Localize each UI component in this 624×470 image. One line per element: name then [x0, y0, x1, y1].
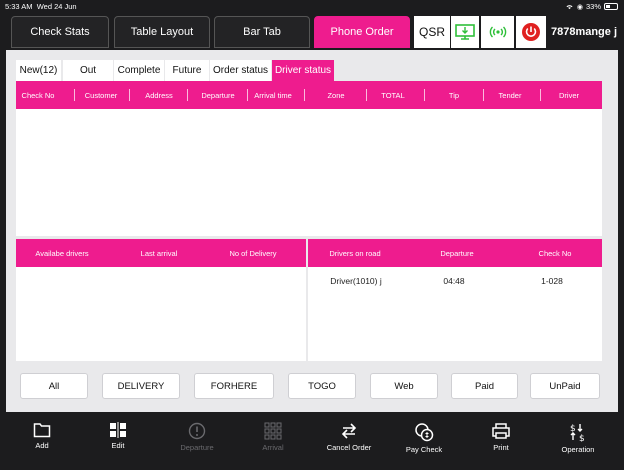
subtab-new[interactable]: New(12): [16, 60, 61, 81]
filter-paid-button[interactable]: Paid: [451, 373, 518, 399]
coins-icon: [415, 423, 434, 442]
svg-text:$: $: [579, 434, 585, 442]
bottom-toolbar: Add Edit Departure Arrival Cancel Order …: [0, 414, 624, 470]
operation-label: Operation: [561, 445, 595, 454]
col-check-no[interactable]: Check No: [22, 91, 55, 100]
column-divider: [187, 89, 188, 101]
qsr-button[interactable]: QSR: [414, 16, 450, 48]
column-divider: [366, 89, 367, 101]
column-divider: [304, 89, 305, 101]
cancel-order-button[interactable]: Cancel Order: [314, 422, 384, 466]
column-divider: [540, 89, 541, 101]
subtab-future[interactable]: Future: [165, 60, 209, 81]
column-divider: [74, 89, 75, 101]
tab-phone-order[interactable]: Phone Order: [314, 16, 410, 48]
arrival-button[interactable]: Arrival: [238, 422, 308, 466]
column-divider: [247, 89, 248, 101]
subtab-out[interactable]: Out: [63, 60, 113, 81]
grid-icon: [264, 422, 282, 440]
status-time: 5:33 AM Wed 24 Jun: [5, 2, 77, 11]
battery-percent: 33%: [585, 2, 601, 11]
col-last-arrival[interactable]: Last arrival: [141, 249, 178, 258]
available-drivers-header: Availabe drivers Last arrival No of Deli…: [16, 239, 306, 267]
status-indicators: ◉ 33%: [565, 2, 618, 11]
column-divider: [424, 89, 425, 101]
folder-icon: [33, 423, 51, 438]
col-address[interactable]: Address: [145, 91, 173, 100]
subtab-order-status[interactable]: Order status: [210, 60, 271, 81]
dollar-arrows-icon: $$: [570, 424, 585, 442]
filter-all-button[interactable]: All: [20, 373, 88, 399]
col-arrival-time[interactable]: Arrival time: [254, 91, 292, 100]
col-road-departure[interactable]: Departure: [440, 249, 473, 258]
main-panel: New(12) Out Complete Future Order status…: [6, 50, 618, 412]
pay-check-button[interactable]: Pay Check: [389, 422, 459, 466]
driver-departure: 04:48: [443, 276, 465, 286]
col-customer[interactable]: Customer: [85, 91, 118, 100]
filter-bar: All DELIVERY FORHERE TOGO Web Paid UnPai…: [6, 370, 618, 402]
filter-togo-button[interactable]: TOGO: [288, 373, 356, 399]
col-departure[interactable]: Departure: [201, 91, 234, 100]
tab-bar-tab[interactable]: Bar Tab: [214, 16, 310, 48]
drivers-on-road-panel: Drivers on road Departure Check No Drive…: [308, 239, 602, 361]
tab-table-layout[interactable]: Table Layout: [114, 16, 210, 48]
cancel-order-label: Cancel Order: [326, 443, 372, 452]
alert-circle-icon: [188, 422, 206, 440]
status-bar: 5:33 AM Wed 24 Jun ◉ 33%: [0, 0, 624, 13]
subtab-complete[interactable]: Complete: [114, 60, 164, 81]
col-tender[interactable]: Tender: [499, 91, 522, 100]
wifi-icon: [566, 5, 573, 10]
departure-button[interactable]: Departure: [162, 422, 232, 466]
check-table: Check No Customer Address Departure Arri…: [16, 81, 602, 236]
col-tip[interactable]: Tip: [449, 91, 459, 100]
pay-check-label: Pay Check: [405, 445, 443, 454]
location-icon: ◉: [576, 3, 583, 11]
add-button[interactable]: Add: [7, 422, 77, 466]
battery-icon: [604, 3, 618, 10]
column-divider: [483, 89, 484, 101]
monitor-download-icon[interactable]: [451, 16, 479, 48]
driver-check-no: 1-028: [541, 276, 563, 286]
departure-label: Departure: [180, 443, 214, 452]
tab-check-stats[interactable]: Check Stats: [11, 16, 109, 48]
edit-grid-icon: [110, 422, 126, 438]
drivers-on-road-header: Drivers on road Departure Check No: [308, 239, 602, 267]
edit-button[interactable]: Edit: [83, 422, 153, 466]
user-name[interactable]: 7878mange j: [548, 16, 620, 48]
table-row[interactable]: Driver(1010) j 04:48 1-028: [308, 267, 602, 293]
available-drivers-panel: Availabe drivers Last arrival No of Deli…: [16, 239, 306, 361]
filter-web-button[interactable]: Web: [370, 373, 438, 399]
swap-arrows-icon: [341, 423, 357, 439]
check-table-header: Check No Customer Address Departure Arri…: [16, 81, 602, 109]
col-zone[interactable]: Zone: [327, 91, 344, 100]
power-icon[interactable]: [516, 16, 546, 48]
filter-delivery-button[interactable]: DELIVERY: [102, 373, 180, 399]
col-driver[interactable]: Driver: [559, 91, 579, 100]
printer-icon: [492, 423, 510, 439]
column-divider: [129, 89, 130, 101]
print-button[interactable]: Print: [466, 422, 536, 466]
operation-button[interactable]: $ $ Operation: [543, 422, 613, 466]
signal-icon[interactable]: [481, 16, 514, 48]
col-drivers-on-road[interactable]: Drivers on road: [329, 249, 380, 258]
add-label: Add: [35, 441, 49, 450]
print-label: Print: [493, 443, 509, 452]
arrival-label: Arrival: [262, 443, 284, 452]
top-nav: Check Stats Table Layout Bar Tab Phone O…: [0, 13, 624, 50]
edit-label: Edit: [111, 441, 125, 450]
driver-name: Driver(1010) j: [330, 276, 382, 286]
col-no-of-delivery[interactable]: No of Delivery: [229, 249, 276, 258]
subtab-driver-status[interactable]: Driver status: [272, 60, 334, 81]
col-road-check-no[interactable]: Check No: [539, 249, 572, 258]
col-available-drivers[interactable]: Availabe drivers: [35, 249, 88, 258]
col-total[interactable]: TOTAL: [381, 91, 404, 100]
filter-forhere-button[interactable]: FORHERE: [194, 373, 274, 399]
filter-unpaid-button[interactable]: UnPaid: [530, 373, 600, 399]
